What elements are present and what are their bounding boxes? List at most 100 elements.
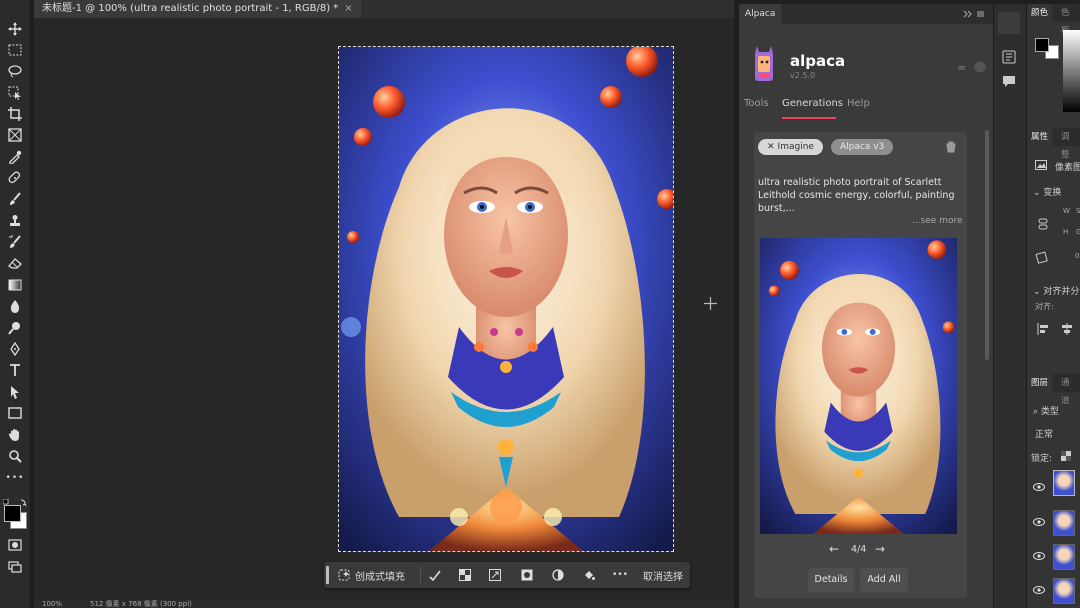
more-options-icon[interactable]: ••• [611, 566, 629, 584]
alpaca-plugin-panel: Alpaca alpaca v2.5.0 ∞ Tools Generations… [738, 4, 993, 608]
tab-properties[interactable]: 属性 [1027, 128, 1053, 146]
lasso-tool-icon[interactable] [5, 62, 25, 80]
document-canvas-image[interactable] [338, 46, 674, 552]
layer-thumbnail[interactable] [1053, 510, 1075, 536]
drag-handle[interactable] [326, 566, 329, 584]
tab-layers[interactable]: 图层 [1027, 374, 1053, 392]
comments-icon[interactable] [1002, 74, 1016, 88]
layer-thumbnail[interactable] [1053, 578, 1075, 604]
stamp-tool-icon[interactable] [5, 212, 25, 230]
layer-filter-label: 类型 [1040, 407, 1059, 417]
align-left-icon[interactable] [1037, 323, 1049, 335]
tab-adjustments[interactable]: 调整 [1057, 128, 1080, 160]
layer-thumbnail[interactable] [1053, 544, 1075, 570]
rotate-value-glyph: 0 [1075, 252, 1080, 260]
generation-thumbnail[interactable] [760, 238, 957, 534]
lock-transparency-icon[interactable] [1061, 451, 1071, 461]
move-tool-icon[interactable] [5, 20, 25, 38]
type-tool-icon[interactable] [5, 361, 25, 379]
more-tools-icon[interactable]: ••• [5, 469, 25, 487]
trash-icon[interactable] [945, 141, 957, 153]
page-indicator: 4/4 [851, 544, 867, 555]
path-select-tool-icon[interactable] [5, 383, 25, 401]
eye-icon[interactable] [1033, 552, 1045, 560]
object-select-tool-icon[interactable] [5, 84, 25, 102]
close-tab-icon[interactable]: × [344, 3, 352, 14]
width-value[interactable]: S [1076, 207, 1080, 215]
nav-generations[interactable]: Generations [782, 98, 843, 109]
eye-icon[interactable] [1033, 586, 1045, 594]
eye-icon[interactable] [1033, 483, 1045, 491]
pagination: ← 4/4 → [829, 542, 889, 558]
screen-mode-icon[interactable] [5, 558, 25, 576]
generative-fill-button[interactable]: 创成式填充 [338, 566, 416, 584]
imagine-chip[interactable]: ✕ Imagine [758, 139, 823, 155]
dodge-tool-icon[interactable] [5, 319, 25, 337]
eyedropper-tool-icon[interactable] [5, 148, 25, 166]
brush-tool-icon[interactable] [5, 190, 25, 208]
document-tab-bar: 未标题-1 @ 100% (ultra realistic photo port… [34, 0, 734, 19]
align-center-icon[interactable] [1061, 323, 1073, 335]
link-toggle-icon[interactable]: ∞ [957, 60, 987, 74]
zoom-tool-icon[interactable] [5, 447, 25, 465]
align-section-label[interactable]: ⌄ 对齐并分 [1033, 284, 1079, 297]
frame-tool-icon[interactable] [5, 126, 25, 144]
panel-fg-swatch[interactable] [1035, 38, 1049, 52]
strip-button-top[interactable] [998, 12, 1020, 34]
history-brush-tool-icon[interactable] [5, 233, 25, 251]
color-picker-field[interactable] [1063, 30, 1080, 112]
marquee-tool-icon[interactable] [5, 41, 25, 59]
transform-section-label[interactable]: ⌄ 变换 [1033, 185, 1061, 198]
rectangle-tool-icon[interactable] [5, 404, 25, 422]
see-more-link[interactable]: ...see more [912, 216, 963, 226]
add-all-button[interactable]: Add All [860, 568, 908, 592]
height-value[interactable]: G [1076, 228, 1080, 236]
blend-mode-select[interactable]: 正常 [1035, 427, 1053, 440]
adjustment-icon[interactable] [549, 566, 567, 584]
hand-tool-icon[interactable] [5, 426, 25, 444]
panel-menu-icon[interactable] [963, 10, 985, 18]
panel-tab-alpaca[interactable]: Alpaca [739, 4, 782, 24]
document-tab[interactable]: 未标题-1 @ 100% (ultra realistic photo port… [34, 0, 361, 18]
color-tabs: 颜色 色板 [1027, 4, 1080, 36]
transform-selection-icon[interactable] [486, 566, 504, 584]
panel-scrollbar[interactable] [985, 130, 989, 360]
foreground-color-swatch[interactable] [4, 505, 21, 522]
checker-mask-icon[interactable] [456, 566, 474, 584]
pen-tool-icon[interactable] [5, 340, 25, 358]
portrait-artwork [339, 47, 673, 551]
modify-selection-icon[interactable] [426, 566, 444, 584]
height-label: H [1063, 228, 1069, 236]
nav-help[interactable]: Help [847, 98, 870, 109]
fill-bucket-icon[interactable] [580, 566, 598, 584]
zoom-readout[interactable]: 100% [42, 600, 62, 608]
layers-tabs: 图层 通道 [1027, 374, 1080, 406]
align-sub-label: 对齐: [1035, 302, 1054, 311]
model-chip[interactable]: Alpaca v3 [831, 139, 894, 155]
spot-heal-tool-icon[interactable] [5, 169, 25, 187]
blur-tool-icon[interactable] [5, 297, 25, 315]
tab-swatches[interactable]: 色板 [1057, 4, 1080, 36]
nav-tools[interactable]: Tools [744, 98, 769, 109]
rotate-icon[interactable] [1035, 250, 1049, 264]
prev-arrow-icon[interactable]: ← [829, 542, 839, 556]
details-button[interactable]: Details [808, 568, 854, 592]
next-arrow-icon[interactable]: → [875, 542, 885, 556]
link-dimensions-icon[interactable] [1038, 218, 1048, 230]
mask-icon[interactable] [518, 566, 536, 584]
deselect-button[interactable]: 取消选择 [640, 566, 686, 584]
tab-channels[interactable]: 通道 [1057, 374, 1080, 406]
imagine-chip-label: Imagine [777, 142, 814, 152]
layer-thumbnail[interactable] [1053, 470, 1075, 496]
app-name: alpaca [790, 52, 846, 70]
default-colors-icon[interactable] [2, 492, 27, 507]
quick-mask-icon[interactable] [5, 536, 25, 554]
layer-filter[interactable]: ⌕ 类型 [1033, 404, 1059, 417]
history-icon[interactable] [1002, 50, 1016, 64]
crop-tool-icon[interactable] [5, 105, 25, 123]
eraser-tool-icon[interactable] [5, 254, 25, 272]
tab-color[interactable]: 颜色 [1027, 4, 1053, 22]
eye-icon[interactable] [1033, 518, 1045, 526]
generative-fill-icon [338, 569, 350, 581]
gradient-tool-icon[interactable] [5, 276, 25, 294]
